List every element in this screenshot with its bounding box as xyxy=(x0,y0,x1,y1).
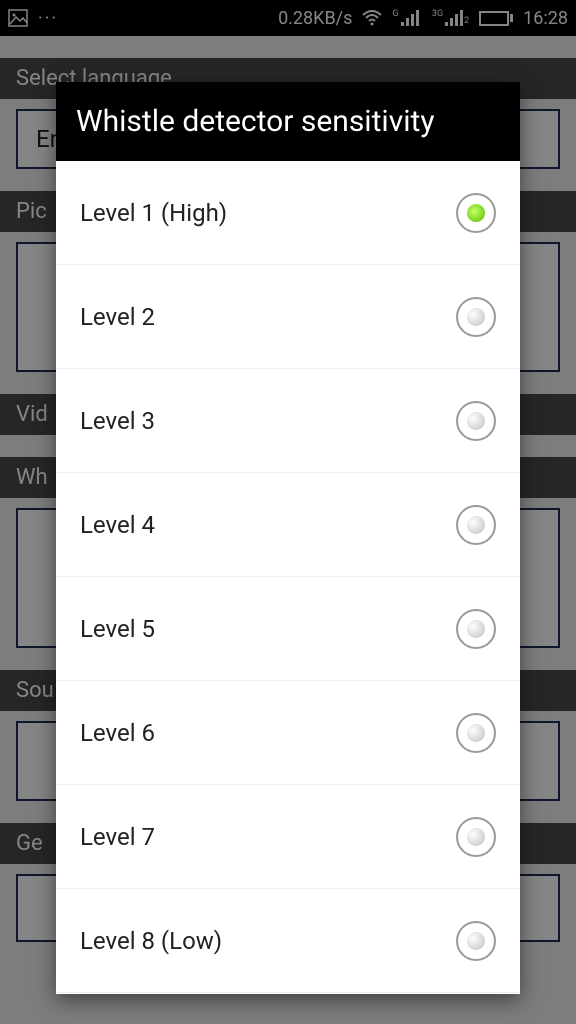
sensitivity-option-6[interactable]: Level 6 xyxy=(56,681,520,785)
sensitivity-option-3[interactable]: Level 3 xyxy=(56,369,520,473)
radio-button[interactable] xyxy=(456,505,496,545)
radio-unselected-icon xyxy=(467,932,485,950)
radio-unselected-icon xyxy=(467,308,485,326)
radio-unselected-icon xyxy=(467,828,485,846)
radio-button[interactable] xyxy=(456,297,496,337)
option-label: Level 6 xyxy=(80,719,155,747)
radio-unselected-icon xyxy=(467,724,485,742)
option-label: Level 8 (Low) xyxy=(80,927,222,955)
radio-unselected-icon xyxy=(467,412,485,430)
radio-selected-icon xyxy=(467,204,485,222)
sensitivity-dialog: Whistle detector sensitivity Level 1 (Hi… xyxy=(56,82,520,994)
radio-unselected-icon xyxy=(467,620,485,638)
sensitivity-option-1[interactable]: Level 1 (High) xyxy=(56,161,520,265)
option-label: Level 5 xyxy=(80,615,155,643)
dialog-title: Whistle detector sensitivity xyxy=(56,82,520,161)
sensitivity-option-7[interactable]: Level 7 xyxy=(56,785,520,889)
option-label: Level 3 xyxy=(80,407,155,435)
radio-button[interactable] xyxy=(456,193,496,233)
radio-button[interactable] xyxy=(456,609,496,649)
sensitivity-option-4[interactable]: Level 4 xyxy=(56,473,520,577)
option-label: Level 7 xyxy=(80,823,155,851)
option-label: Level 2 xyxy=(80,303,155,331)
sensitivity-option-8[interactable]: Level 8 (Low) xyxy=(56,889,520,993)
radio-button[interactable] xyxy=(456,401,496,441)
radio-unselected-icon xyxy=(467,516,485,534)
radio-button[interactable] xyxy=(456,713,496,753)
sensitivity-option-2[interactable]: Level 2 xyxy=(56,265,520,369)
option-label: Level 4 xyxy=(80,511,155,539)
dialog-option-list: Level 1 (High) Level 2 Level 3 Level 4 Level… xyxy=(56,161,520,994)
radio-button[interactable] xyxy=(456,817,496,857)
sensitivity-option-5[interactable]: Level 5 xyxy=(56,577,520,681)
option-label: Level 1 (High) xyxy=(80,199,227,227)
radio-button[interactable] xyxy=(456,921,496,961)
